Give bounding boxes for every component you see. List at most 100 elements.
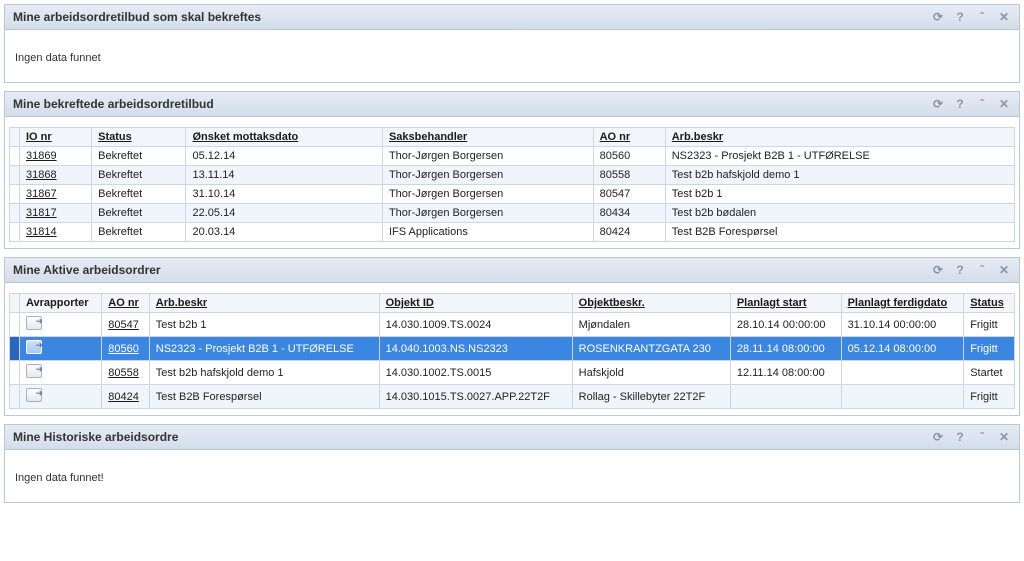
table-row[interactable]: 80547Test b2b 114.030.1009.TS.0024Mjønda… [10, 313, 1015, 337]
cell-ao-nr: 80424 [102, 385, 149, 409]
cell-arb-beskr: Test b2b bødalen [665, 204, 1014, 223]
col-header[interactable]: AO nr [593, 128, 665, 147]
cell-planlagt-ferdig [841, 361, 964, 385]
portlet-title: Mine bekreftede arbeidsordretilbud [13, 97, 214, 111]
portlet-title: Mine Historiske arbeidsordre [13, 430, 178, 444]
cell-objekt-beskr: Rollag - Skillebyter 22T2F [572, 385, 730, 409]
collapse-icon[interactable]: ˆ [975, 430, 989, 444]
collapse-icon[interactable]: ˆ [975, 263, 989, 277]
cell-objekt-id: 14.040.1003.NS.NS2323 [379, 337, 572, 361]
cell-dato: 20.03.14 [186, 223, 382, 242]
refresh-icon[interactable]: ⟳ [931, 263, 945, 277]
col-header[interactable]: Status [92, 128, 186, 147]
empty-message: Ingen data funnet [9, 34, 1015, 78]
table-row[interactable]: 31869Bekreftet05.12.14Thor-Jørgen Borger… [10, 147, 1015, 166]
portlet-title: Mine Aktive arbeidsordrer [13, 263, 161, 277]
col-header[interactable]: Avrapporter [20, 294, 102, 313]
row-marker [10, 361, 20, 385]
cell-objekt-id: 14.030.1015.TS.0027.APP.22T2F [379, 385, 572, 409]
cell-io-nr: 31867 [20, 185, 92, 204]
cell-status: Frigitt [964, 337, 1015, 361]
table-row[interactable]: 80560 NS2323 - Prosjekt B2B 1 - UTFØRELSE… [10, 337, 1015, 361]
cell-status: Frigitt [964, 313, 1015, 337]
portlet-icon-bar: ⟳ ? ˆ ✕ [931, 10, 1011, 24]
cell-avrapporter [20, 361, 102, 385]
io-link[interactable]: 31817 [26, 207, 57, 219]
close-icon[interactable]: ✕ [997, 10, 1011, 24]
portlet-header: Mine arbeidsordretilbud som skal bekreft… [5, 5, 1019, 30]
row-marker [10, 385, 20, 409]
cell-objekt-beskr: ROSENKRANTZGATA 230 [572, 337, 730, 361]
col-header[interactable]: Planlagt ferdigdato [841, 294, 964, 313]
cell-saksbehandler: Thor-Jørgen Borgersen [382, 147, 593, 166]
table-row[interactable]: 31817Bekreftet22.05.14Thor-Jørgen Borger… [10, 204, 1015, 223]
cell-arb-beskr: NS2323 - Prosjekt B2B 1 - UTFØRELSE [149, 337, 379, 361]
cell-saksbehandler: Thor-Jørgen Borgersen [382, 185, 593, 204]
col-header[interactable]: Objektbeskr. [572, 294, 730, 313]
cell-dato: 31.10.14 [186, 185, 382, 204]
collapse-icon[interactable]: ˆ [975, 10, 989, 24]
cell-planlagt-start [730, 385, 841, 409]
cell-ao-nr: 80560 [102, 337, 149, 361]
table-row[interactable]: 31868Bekreftet13.11.14Thor-Jørgen Borger… [10, 166, 1015, 185]
col-header[interactable]: Ønsket mottaksdato [186, 128, 382, 147]
col-header[interactable]: AO nr [102, 294, 149, 313]
portlet-body: Ingen data funnet [5, 30, 1019, 82]
portlet-header: Mine Aktive arbeidsordrer ⟳ ? ˆ ✕ [5, 258, 1019, 283]
table-row[interactable]: 80424Test B2B Forespørsel14.030.1015.TS.… [10, 385, 1015, 409]
report-icon[interactable] [26, 388, 42, 402]
row-marker [10, 223, 20, 242]
help-icon[interactable]: ? [953, 430, 967, 444]
io-link[interactable]: 31867 [26, 188, 57, 200]
refresh-icon[interactable]: ⟳ [931, 430, 945, 444]
refresh-icon[interactable]: ⟳ [931, 10, 945, 24]
collapse-icon[interactable]: ˆ [975, 97, 989, 111]
cell-dato: 22.05.14 [186, 204, 382, 223]
help-icon[interactable]: ? [953, 97, 967, 111]
cell-status: Bekreftet [92, 185, 186, 204]
portlet-header: Mine bekreftede arbeidsordretilbud ⟳ ? ˆ… [5, 92, 1019, 117]
table-row[interactable]: 31814Bekreftet20.03.14IFS Applications80… [10, 223, 1015, 242]
close-icon[interactable]: ✕ [997, 430, 1011, 444]
portlet-historic-orders: Mine Historiske arbeidsordre ⟳ ? ˆ ✕ Ing… [4, 424, 1020, 503]
col-header[interactable]: Planlagt start [730, 294, 841, 313]
table-row[interactable]: 80558Test b2b hafskjold demo 114.030.100… [10, 361, 1015, 385]
refresh-icon[interactable]: ⟳ [931, 97, 945, 111]
cell-objekt-beskr: Mjøndalen [572, 313, 730, 337]
portlet-body: IO nrStatusØnsket mottaksdatoSaksbehandl… [5, 117, 1019, 248]
io-link[interactable]: 31869 [26, 150, 57, 162]
portlet-confirmed-offers: Mine bekreftede arbeidsordretilbud ⟳ ? ˆ… [4, 91, 1020, 249]
cell-io-nr: 31817 [20, 204, 92, 223]
help-icon[interactable]: ? [953, 263, 967, 277]
col-header[interactable]: IO nr [20, 128, 92, 147]
cell-planlagt-start: 12.11.14 08:00:00 [730, 361, 841, 385]
cell-status: Bekreftet [92, 223, 186, 242]
io-link[interactable]: 31868 [26, 169, 57, 181]
cell-objekt-beskr: Hafskjold [572, 361, 730, 385]
ao-link[interactable]: 80560 [108, 343, 139, 355]
close-icon[interactable]: ✕ [997, 97, 1011, 111]
row-marker [10, 185, 20, 204]
report-icon[interactable] [26, 364, 42, 378]
col-header[interactable]: Saksbehandler [382, 128, 593, 147]
ao-link[interactable]: 80424 [108, 391, 139, 403]
report-icon[interactable] [26, 340, 42, 354]
table-row[interactable]: 31867 Bekreftet31.10.14Thor-Jørgen Borger… [10, 185, 1015, 204]
ao-link[interactable]: 80558 [108, 367, 139, 379]
confirmed-table: IO nrStatusØnsket mottaksdatoSaksbehandl… [9, 127, 1015, 242]
report-icon[interactable] [26, 316, 42, 330]
col-header[interactable]: Status [964, 294, 1015, 313]
ao-link[interactable]: 80547 [108, 319, 139, 331]
col-header[interactable]: Arb.beskr [149, 294, 379, 313]
col-header[interactable]: Objekt ID [379, 294, 572, 313]
cell-objekt-id: 14.030.1009.TS.0024 [379, 313, 572, 337]
cell-status: Frigitt [964, 385, 1015, 409]
col-header[interactable]: Arb.beskr [665, 128, 1014, 147]
portlet-body: AvrapporterAO nrArb.beskrObjekt IDObjekt… [5, 283, 1019, 415]
cell-avrapporter [20, 385, 102, 409]
io-link[interactable]: 31814 [26, 226, 57, 238]
help-icon[interactable]: ? [953, 10, 967, 24]
cell-avrapporter [20, 337, 102, 361]
cell-saksbehandler: IFS Applications [382, 223, 593, 242]
close-icon[interactable]: ✕ [997, 263, 1011, 277]
